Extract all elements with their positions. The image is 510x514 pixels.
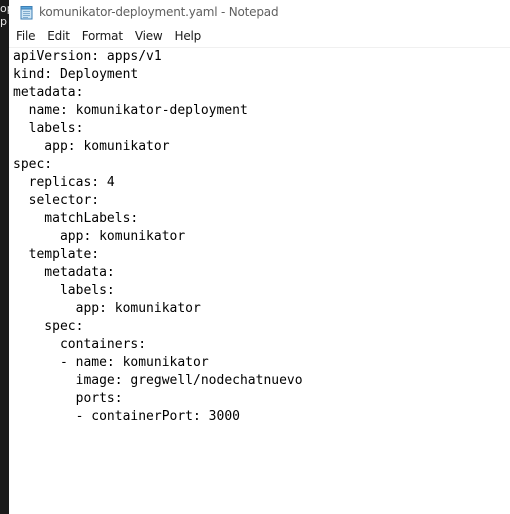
editor-line: kind: Deployment bbox=[13, 67, 139, 82]
editor-content[interactable]: apiVersion: apps/v1 kind: Deployment metad… bbox=[13, 48, 303, 426]
background-window-text: p bbox=[0, 15, 7, 28]
editor-line: metadata: bbox=[13, 265, 115, 280]
title-bar[interactable]: komunikator-deployment.yaml - Notepad bbox=[9, 0, 510, 26]
editor-line: containers: bbox=[13, 337, 147, 352]
menu-format[interactable]: Format bbox=[76, 27, 129, 46]
editor-line: metadata: bbox=[13, 85, 84, 100]
menu-help[interactable]: Help bbox=[169, 27, 208, 46]
editor-line: app: komunikator bbox=[13, 229, 186, 244]
menu-view[interactable]: View bbox=[129, 27, 169, 46]
editor-line: labels: bbox=[13, 283, 115, 298]
editor-line: spec: bbox=[13, 157, 53, 172]
editor-line: matchLabels: bbox=[13, 211, 139, 226]
editor-line: app: komunikator bbox=[13, 139, 170, 154]
notepad-window: komunikator-deployment.yaml - Notepad Fi… bbox=[9, 0, 510, 514]
text-editor-area[interactable]: apiVersion: apps/v1 kind: Deployment metad… bbox=[9, 47, 510, 514]
menu-bar: File Edit Format View Help bbox=[9, 27, 510, 46]
menu-file[interactable]: File bbox=[9, 27, 41, 46]
editor-line: - containerPort: 3000 bbox=[13, 409, 240, 424]
editor-line: selector: bbox=[13, 193, 100, 208]
window-title: komunikator-deployment.yaml - Notepad bbox=[39, 5, 279, 19]
editor-line: replicas: 4 bbox=[13, 175, 115, 190]
editor-line: ports: bbox=[13, 391, 123, 406]
editor-line: image: gregwell/nodechatnuevo bbox=[13, 373, 303, 388]
editor-line: - name: komunikator bbox=[13, 355, 209, 370]
editor-line: name: komunikator-deployment bbox=[13, 103, 248, 118]
editor-line: template: bbox=[13, 247, 100, 262]
editor-line: app: komunikator bbox=[13, 301, 201, 316]
menu-edit[interactable]: Edit bbox=[41, 27, 75, 46]
editor-line: apiVersion: apps/v1 bbox=[13, 49, 162, 64]
background-window-text: op bbox=[0, 2, 9, 15]
notepad-icon bbox=[20, 6, 33, 20]
background-window-edge: op p bbox=[0, 0, 9, 514]
editor-line: spec: bbox=[13, 319, 84, 334]
editor-line: labels: bbox=[13, 121, 84, 136]
